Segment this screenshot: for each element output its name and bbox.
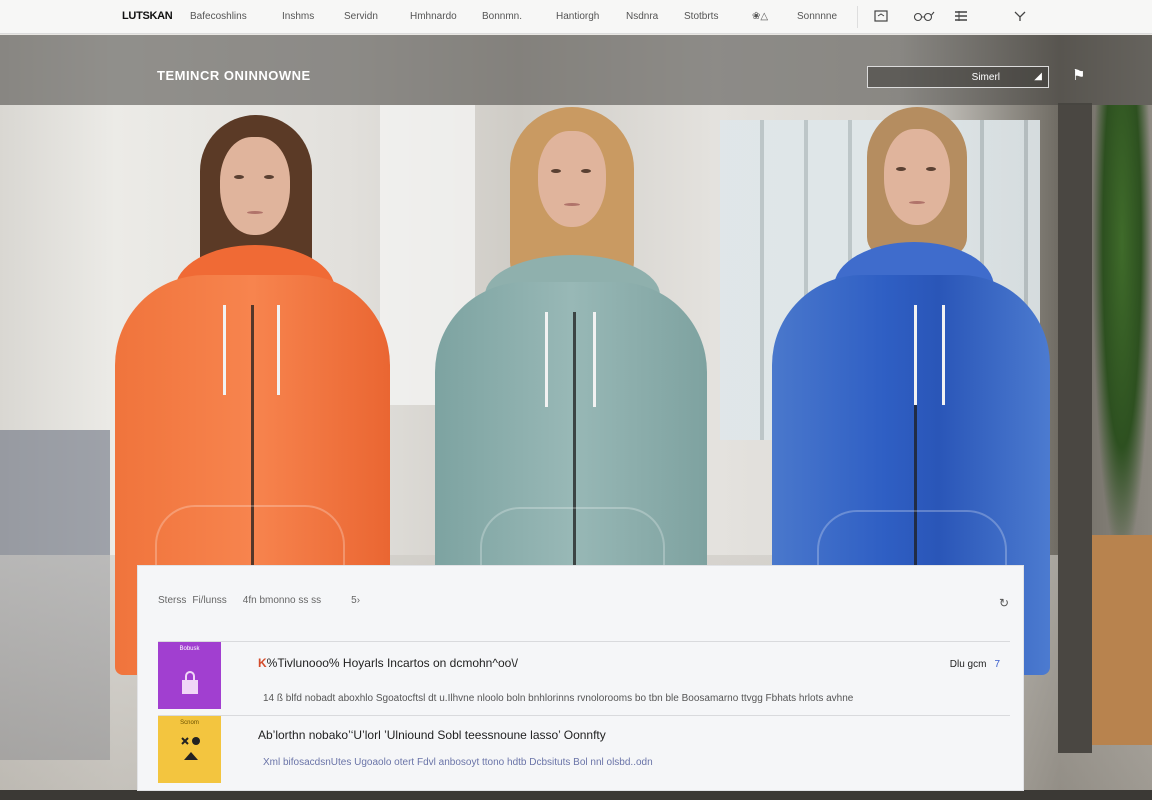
chat-icon[interactable]	[872, 8, 890, 24]
background-pot	[1092, 535, 1152, 745]
mouth	[564, 203, 580, 206]
eye	[926, 167, 936, 171]
product-description: Xml bifosacdsnUtes Ugoaolo otert Fdvl an…	[263, 757, 653, 768]
hero-bottom-edge	[0, 790, 1152, 800]
breadcrumb-item[interactable]: 5›	[351, 595, 360, 606]
drawstring	[914, 305, 917, 405]
hero-search-input[interactable]: Simerl ◢	[867, 66, 1049, 88]
nav-link-8[interactable]: Stotbrts	[684, 11, 718, 22]
nav-link-4[interactable]: Hmhnardo	[410, 11, 457, 22]
product-title-text: %Tivlunooo% Hoyarls Incartos on dcmohn^o…	[266, 656, 518, 670]
product-mark: K	[258, 656, 267, 670]
thumbnail-label: Scnom	[180, 720, 199, 726]
nav-link-1[interactable]: Bafecoshlins	[190, 11, 247, 22]
brand-logo[interactable]: LUTSKAN	[122, 10, 173, 22]
nav-divider	[857, 6, 858, 28]
nav-link-9[interactable]: ❀△	[752, 11, 768, 22]
nav-link-7[interactable]: Nsdnra	[626, 11, 658, 22]
product-thumbnail[interactable]: Scnom	[158, 716, 221, 783]
mouth	[909, 201, 925, 204]
breadcrumb-item[interactable]: Sterss	[158, 595, 186, 606]
nav-link-5[interactable]: Bonnmn.	[482, 11, 522, 22]
eye	[896, 167, 906, 171]
background-plant	[1092, 105, 1152, 565]
refresh-icon[interactable]: ↻	[999, 596, 1009, 610]
hero-title: TEMINCR ONINNOWNE	[157, 68, 311, 83]
nav-link-10[interactable]: Sonnnne	[797, 11, 837, 22]
drawstring	[593, 312, 596, 407]
breadcrumb-item[interactable]: 4fn bmonno ss ss	[243, 595, 321, 606]
nav-link-6[interactable]: Hantiorgh	[556, 11, 599, 22]
eye	[264, 175, 274, 179]
bag-icon	[182, 671, 198, 694]
product-thumbnail[interactable]: Bobusk	[158, 642, 221, 709]
model-face	[538, 131, 606, 227]
breadcrumb-item[interactable]: Fi/lunss	[192, 595, 226, 606]
product-title[interactable]: K%Tivlunooo% Hoyarls Incartos on dcmohn^…	[258, 656, 518, 670]
product-title[interactable]: Ab’lorthn nobako’‘U’lorl ’Ulniound Sobl …	[258, 728, 606, 742]
drawstring	[942, 305, 945, 405]
filter-icon[interactable]	[1011, 8, 1029, 24]
arrow-icon: 7	[994, 659, 1000, 670]
mouth	[247, 211, 263, 214]
product-description: 14 ß blfd nobadt aboxhlo Sgoatocftsl dt …	[263, 693, 854, 704]
nav-link-2[interactable]: Inshms	[282, 11, 314, 22]
drawstring	[545, 312, 548, 407]
eye	[234, 175, 244, 179]
nav-link-3[interactable]: Servidn	[344, 11, 378, 22]
menu-icon[interactable]	[952, 8, 970, 24]
background-post	[1058, 103, 1092, 753]
model-face	[884, 129, 950, 225]
product-title-text: Ab’lorthn nobako’‘U’lorl ’Ulniound Sobl …	[258, 728, 606, 742]
top-navigation: LUTSKAN Bafecoshlins Inshms Servidn Hmhn…	[0, 0, 1152, 34]
product-row[interactable]: Bobusk K%Tivlunooo% Hoyarls Incartos on …	[158, 641, 1010, 716]
eye	[581, 169, 591, 173]
model-face	[220, 137, 290, 235]
drawstring	[223, 305, 226, 395]
thumbnail-label: Bobusk	[179, 646, 200, 652]
mascot-icon	[181, 737, 200, 760]
breadcrumb: Sterss Fi/lunss 4fn bmonno ss ss 5›	[158, 595, 360, 606]
eye	[551, 169, 561, 173]
hero-search-value: Simerl	[971, 71, 1000, 83]
pin-icon[interactable]: ⚑	[1072, 66, 1085, 84]
product-link[interactable]: Dlu gcm 7	[950, 659, 1000, 670]
product-row[interactable]: Scnom Ab’lorthn nobako’‘U’lorl ’Ulniound…	[158, 715, 1010, 790]
product-panel: Sterss Fi/lunss 4fn bmonno ss ss 5› ↻ Bo…	[137, 565, 1024, 791]
glasses-icon[interactable]	[912, 8, 936, 24]
resize-corner-icon: ◢	[1034, 71, 1042, 82]
product-link-label: Dlu gcm	[949, 659, 987, 670]
drawstring	[277, 305, 280, 395]
